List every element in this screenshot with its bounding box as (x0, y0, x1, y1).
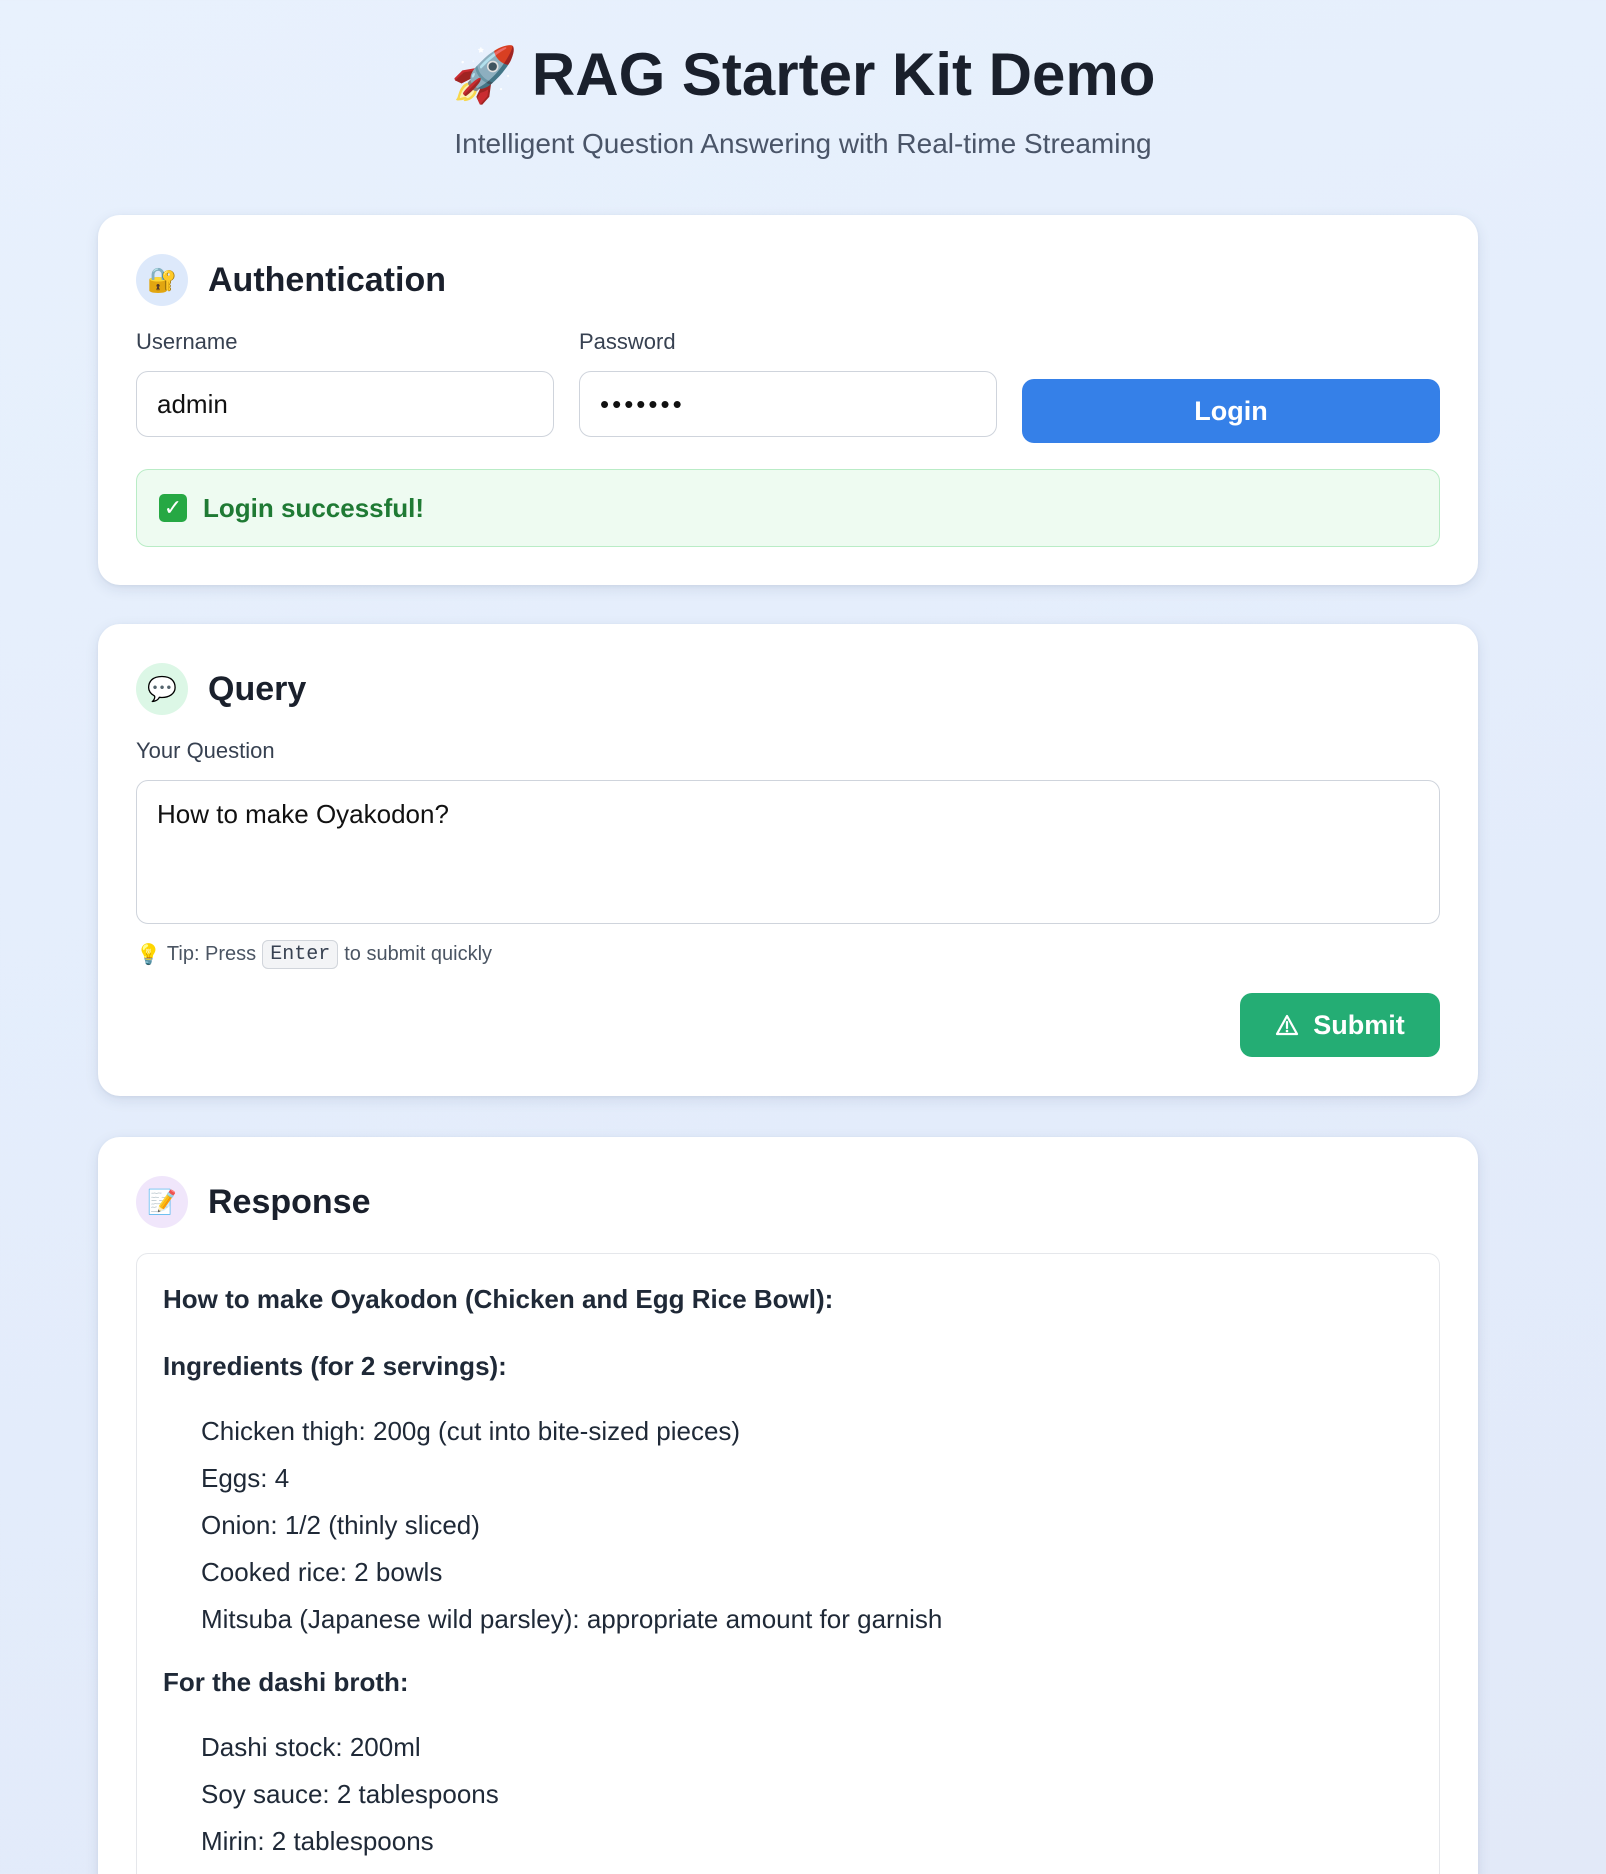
submit-tip: 💡 Tip: Press Enter to submit quickly (136, 940, 1440, 969)
warning-triangle-icon (1276, 1014, 1299, 1036)
tip-prefix: Tip: Press (166, 943, 257, 965)
query-title: Query (208, 669, 307, 708)
check-mark-icon: ✓ (159, 494, 187, 522)
speech-bubble-icon: 💬 (136, 663, 188, 715)
response-title: Response (208, 1182, 371, 1221)
username-group: Username admin (136, 329, 554, 443)
submit-row: Submit (136, 993, 1440, 1057)
login-button[interactable]: Login (1022, 379, 1440, 443)
authentication-card: 🔐 Authentication Username admin Password… (98, 215, 1478, 585)
enter-key-hint: Enter (262, 940, 339, 969)
lightbulb-icon: 💡 (136, 944, 161, 966)
login-success-message: Login successful! (203, 492, 425, 523)
authentication-title: Authentication (208, 260, 446, 299)
page-header: 🚀 RAG Starter Kit Demo Intelligent Quest… (0, 0, 1606, 160)
list-item: Mirin: 2 tablespoons (201, 1826, 434, 1856)
question-label: Your Question (136, 738, 275, 763)
response-header: 📝 Response (136, 1175, 1440, 1229)
list-item: Eggs: 4 (201, 1463, 290, 1493)
response-content: How to make Oyakodon (Chicken and Egg Ri… (136, 1253, 1440, 1874)
list-item: Cooked rice: 2 bowls (201, 1557, 443, 1587)
submit-button[interactable]: Submit (1240, 993, 1440, 1057)
username-input[interactable]: admin (136, 371, 554, 437)
broth-list: Dashi stock: 200ml Soy sauce: 2 tablespo… (163, 1732, 1413, 1857)
list-item: Dashi stock: 200ml (201, 1732, 421, 1762)
rocket-icon: 🚀 (450, 45, 518, 105)
page-subtitle: Intelligent Question Answering with Real… (454, 128, 1152, 159)
list-item: Onion: 1/2 (thinly sliced) (201, 1510, 480, 1540)
response-card: 📝 Response How to make Oyakodon (Chicken… (98, 1137, 1478, 1874)
page-title-text: RAG Starter Kit Demo (531, 41, 1156, 108)
question-textarea[interactable]: How to make Oyakodon? (136, 780, 1440, 924)
broth-heading: For the dashi broth: (163, 1667, 409, 1697)
login-success-alert: ✓ Login successful! (136, 469, 1440, 547)
password-group: Password ••••••• (579, 329, 997, 443)
password-label: Password (579, 329, 676, 354)
ingredients-heading: Ingredients (for 2 servings): (163, 1351, 507, 1381)
username-label: Username (136, 329, 238, 354)
lock-key-icon: 🔐 (136, 254, 188, 306)
tip-suffix: to submit quickly (344, 943, 493, 965)
memo-icon: 📝 (136, 1176, 188, 1228)
list-item: Mitsuba (Japanese wild parsley): appropr… (201, 1604, 943, 1634)
query-card: 💬 Query Your Question How to make Oyakod… (98, 624, 1478, 1096)
list-item: Chicken thigh: 200g (cut into bite-sized… (201, 1416, 741, 1446)
authentication-header: 🔐 Authentication (136, 253, 1440, 307)
submit-label: Submit (1313, 1009, 1405, 1040)
ingredients-list: Chicken thigh: 200g (cut into bite-sized… (163, 1416, 1413, 1635)
query-header: 💬 Query (136, 662, 1440, 716)
password-input[interactable]: ••••••• (579, 371, 997, 437)
page-title: 🚀 RAG Starter Kit Demo (451, 40, 1156, 110)
response-heading: How to make Oyakodon (Chicken and Egg Ri… (163, 1284, 834, 1314)
list-item: Soy sauce: 2 tablespoons (201, 1779, 499, 1809)
login-form: Username admin Password ••••••• Login (136, 329, 1440, 443)
